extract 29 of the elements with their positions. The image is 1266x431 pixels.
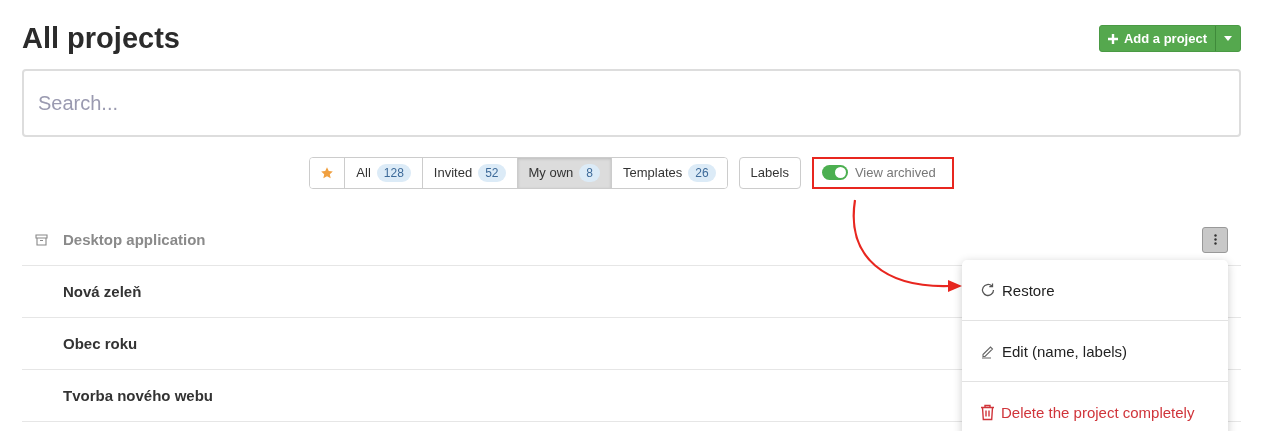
labels-button[interactable]: Labels [738,156,801,189]
filter-label: Invited [433,165,473,180]
filter-label: All [356,165,371,180]
plus-icon [1107,33,1118,44]
count-badge: 26 [688,163,716,182]
project-name[interactable]: Nová zeleň [63,283,142,300]
filter-label: Templates [623,165,683,180]
pencil-icon [980,343,996,359]
more-button[interactable] [1202,226,1228,253]
kebab-icon [1213,234,1217,245]
toggle-switch[interactable] [821,165,848,180]
page-title: All projects [22,22,180,55]
project-name[interactable]: Obec roku [63,335,138,352]
toggle-label: View archived [854,165,936,180]
menu-item[interactable]: Delete the project completely [962,382,1228,431]
filter-tab[interactable]: Templates 26 [611,157,727,188]
refresh-icon [980,282,996,298]
menu-item[interactable]: Restore [962,260,1228,321]
count-badge: 128 [376,163,411,182]
caret-icon [1224,36,1232,41]
count-badge: 8 [579,163,600,182]
search-field[interactable]: Search... [22,69,1241,137]
trash-icon [980,403,995,421]
filter-tab[interactable]: My own 8 [516,157,611,188]
count-badge: 52 [478,163,506,182]
menu-item[interactable]: Edit (name, labels) [962,321,1228,382]
star-icon [320,165,335,180]
project-name[interactable]: Tvorba nového webu [63,387,213,404]
filter-label: My own [528,165,574,180]
